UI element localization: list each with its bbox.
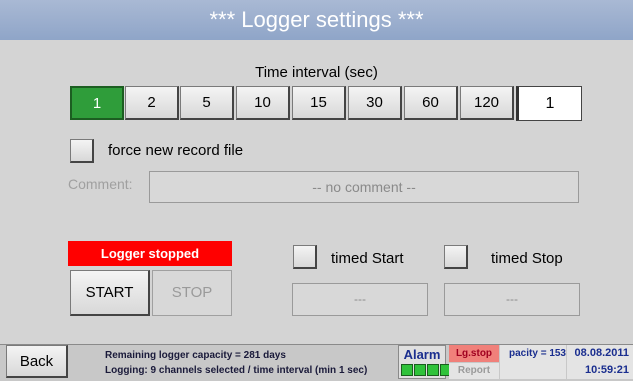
report-button[interactable]: Report [449,363,499,379]
date-text: 08.08.2011 [574,347,629,359]
led-indicator-icon [401,364,452,376]
interval-button-1[interactable]: 1 [70,86,124,120]
alarm-label: Alarm [403,347,441,362]
comment-field[interactable]: -- no comment -- [149,171,579,203]
timed-start-checkbox[interactable] [293,245,317,269]
timed-stop-label: timed Stop [491,250,563,267]
interval-button-15[interactable]: 15 [292,86,346,120]
stop-button[interactable]: STOP [152,270,232,316]
interval-button-30[interactable]: 30 [348,86,402,120]
interval-button-2[interactable]: 2 [125,86,179,120]
force-new-record-checkbox[interactable] [70,139,94,163]
start-button[interactable]: START [70,270,150,316]
timed-start-field[interactable]: --- [292,283,428,316]
logger-stop-indicator[interactable]: Lg.stop [449,345,499,362]
datetime-display: 08.08.2011 10:59:21 [567,345,633,379]
interval-button-60[interactable]: 60 [404,86,458,120]
capacity-ticker: pacity = 153 [500,345,566,379]
timed-start-label: timed Start [331,250,404,267]
interval-button-5[interactable]: 5 [180,86,234,120]
led-2 [414,364,426,376]
time-text: 10:59:21 [584,364,629,376]
alarm-button[interactable]: Alarm [398,345,452,379]
timed-stop-field[interactable]: --- [444,283,580,316]
window-title: *** Logger settings *** [0,0,633,40]
capacity-line: Remaining logger capacity = 281 days [105,350,286,361]
led-1 [401,364,413,376]
logger-info: Remaining logger capacity = 281 days Log… [105,348,367,378]
force-new-record-label: force new record file [108,142,244,159]
interval-value-field[interactable]: 1 [516,86,582,121]
led-3 [427,364,439,376]
interval-label: Time interval (sec) [255,64,378,81]
back-button[interactable]: Back [6,345,68,378]
comment-label: Comment: [68,176,133,192]
timed-stop-checkbox[interactable] [444,245,468,269]
logger-status-badge: Logger stopped [68,241,232,266]
interval-button-10[interactable]: 10 [236,86,290,120]
interval-button-120[interactable]: 120 [460,86,514,120]
logging-line: Logging: 9 channels selected / time inte… [105,365,368,376]
